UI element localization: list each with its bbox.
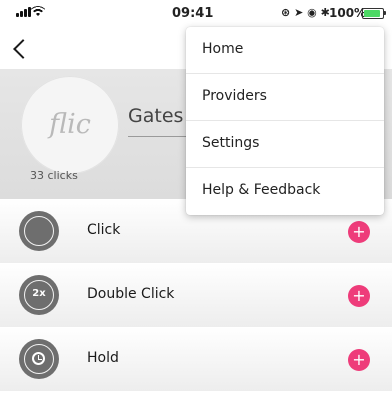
menu-item-label: Home — [202, 41, 244, 57]
overflow-menu: Home Providers Settings Help & Feedback — [186, 27, 384, 215]
clock-icon — [19, 339, 59, 379]
action-label: Double Click — [87, 286, 175, 302]
action-label: Hold — [87, 350, 119, 366]
battery-cap — [384, 11, 386, 15]
chevron-left-icon — [13, 39, 33, 59]
menu-item-label: Providers — [202, 88, 267, 104]
status-bar: 09:41 ⊛ ➤ ◉ ✱ 100% — [0, 0, 392, 26]
alarm-icon: ◉ — [307, 6, 317, 19]
action-row-hold[interactable]: Hold + — [0, 327, 392, 391]
menu-item-settings[interactable]: Settings — [186, 121, 384, 168]
double-press-icon: 2x — [19, 275, 59, 315]
flic-logo: flic — [49, 109, 91, 140]
flic-button-avatar[interactable]: flic — [21, 76, 119, 174]
add-action-button[interactable]: + — [348, 349, 370, 371]
single-press-icon — [19, 211, 59, 251]
menu-item-providers[interactable]: Providers — [186, 74, 384, 121]
status-time: 09:41 — [172, 6, 214, 21]
add-action-button[interactable]: + — [348, 285, 370, 307]
back-button[interactable] — [8, 36, 38, 66]
menu-item-label: Settings — [202, 135, 260, 151]
status-indicators: ⊛ ➤ ◉ ✱ — [281, 6, 330, 19]
battery-percent: 100% — [329, 6, 367, 20]
double-press-text: 2x — [32, 288, 46, 299]
action-row-double-click[interactable]: 2x Double Click + — [0, 263, 392, 327]
lock-rotation-icon: ⊛ — [281, 6, 291, 19]
action-list: Click + 2x Double Click + Hold + — [0, 199, 392, 391]
click-count: 33 clicks — [30, 169, 78, 182]
menu-item-help-feedback[interactable]: Help & Feedback — [186, 168, 384, 215]
battery-level — [364, 10, 380, 17]
battery-icon — [362, 8, 384, 19]
menu-item-home[interactable]: Home — [186, 27, 384, 74]
menu-item-label: Help & Feedback — [202, 182, 321, 198]
location-icon: ➤ — [294, 6, 304, 19]
action-label: Click — [87, 222, 121, 238]
add-action-button[interactable]: + — [348, 221, 370, 243]
wifi-icon — [31, 6, 45, 17]
name-underline — [128, 136, 192, 137]
